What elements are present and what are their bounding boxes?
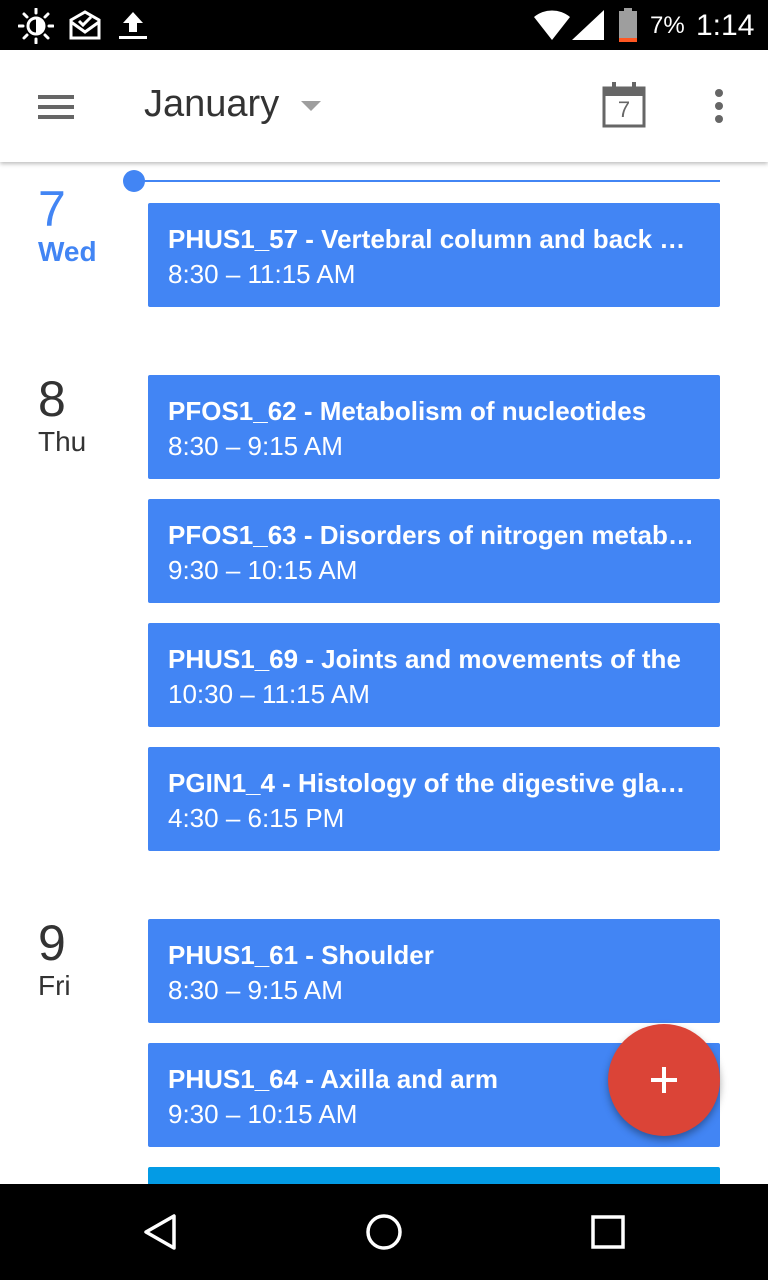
event-card-partial[interactable] xyxy=(148,1167,720,1184)
calendar-today-day: 7 xyxy=(617,97,631,122)
day-weekday: Wed xyxy=(38,236,97,267)
day-weekday: Fri xyxy=(38,970,71,1001)
event-card[interactable]: PFOS1_62 - Metabolism of nucleotides 8:3… xyxy=(148,375,720,479)
event-card[interactable]: PFOS1_63 - Disorders of nitrogen metabol… xyxy=(148,499,720,603)
event-title: PFOS1_62 - Metabolism of nucleotides xyxy=(168,396,647,426)
event-time: 9:30 – 10:15 AM xyxy=(168,555,358,585)
status-time: 1:14 xyxy=(696,9,755,42)
back-icon[interactable] xyxy=(136,1208,184,1256)
day-number[interactable]: 8 xyxy=(38,374,66,424)
event-title: PHUS1_69 - Joints and movements of the xyxy=(168,644,681,674)
event-time: 8:30 – 9:15 AM xyxy=(168,975,343,1005)
day-number[interactable]: 7 xyxy=(38,184,66,234)
chevron-down-icon[interactable] xyxy=(301,101,321,111)
signal-icon xyxy=(572,10,604,45)
event-title: PHUS1_61 - Shoulder xyxy=(168,940,434,970)
event-title: PFOS1_63 - Disorders of nitrogen metabol… xyxy=(168,520,698,550)
day-weekday: Thu xyxy=(38,426,87,457)
event-title: PGIN1_4 - Histology of the digestive gla… xyxy=(168,768,698,798)
current-time-dot xyxy=(123,170,145,192)
home-icon[interactable] xyxy=(360,1208,408,1256)
event-time: 8:30 – 11:15 AM xyxy=(168,259,356,289)
event-time: 8:30 – 9:15 AM xyxy=(168,431,343,461)
month-title[interactable]: January xyxy=(144,83,279,126)
current-time-line xyxy=(134,180,720,182)
event-card[interactable]: PGIN1_4 - Histology of the digestive gla… xyxy=(148,747,720,851)
add-icon xyxy=(648,1064,680,1101)
status-bar: 7% 1:14 xyxy=(0,0,768,50)
hamburger-menu-icon[interactable] xyxy=(36,92,76,127)
event-time: 10:30 – 11:15 AM xyxy=(168,679,370,709)
mail-check-icon xyxy=(68,8,102,47)
battery-percent: 7% xyxy=(650,12,685,39)
event-card[interactable]: PHUS1_69 - Joints and movements of the 1… xyxy=(148,623,720,727)
event-time: 9:30 – 10:15 AM xyxy=(168,1099,358,1129)
battery-icon xyxy=(618,8,638,47)
recents-icon[interactable] xyxy=(584,1208,632,1256)
event-title: PHUS1_57 - Vertebral column and back str… xyxy=(168,224,698,254)
event-card[interactable]: PHUS1_57 - Vertebral column and back str… xyxy=(148,203,720,307)
add-event-button[interactable] xyxy=(608,1024,720,1136)
app-bar: January 7 xyxy=(0,50,768,162)
navigation-bar xyxy=(0,1184,768,1280)
calendar-today-icon[interactable]: 7 xyxy=(602,82,646,128)
brightness-icon xyxy=(17,7,55,49)
upload-icon xyxy=(116,8,150,47)
wifi-icon xyxy=(534,10,570,45)
event-card[interactable]: PHUS1_61 - Shoulder 8:30 – 9:15 AM xyxy=(148,919,720,1023)
event-time: 4:30 – 6:15 PM xyxy=(168,803,345,833)
day-number[interactable]: 9 xyxy=(38,918,66,968)
more-vert-icon[interactable] xyxy=(712,88,726,129)
calendar-screen: 7% 1:14 January 7 7 Wed PHUS1_57 - Verte… xyxy=(0,0,768,1280)
